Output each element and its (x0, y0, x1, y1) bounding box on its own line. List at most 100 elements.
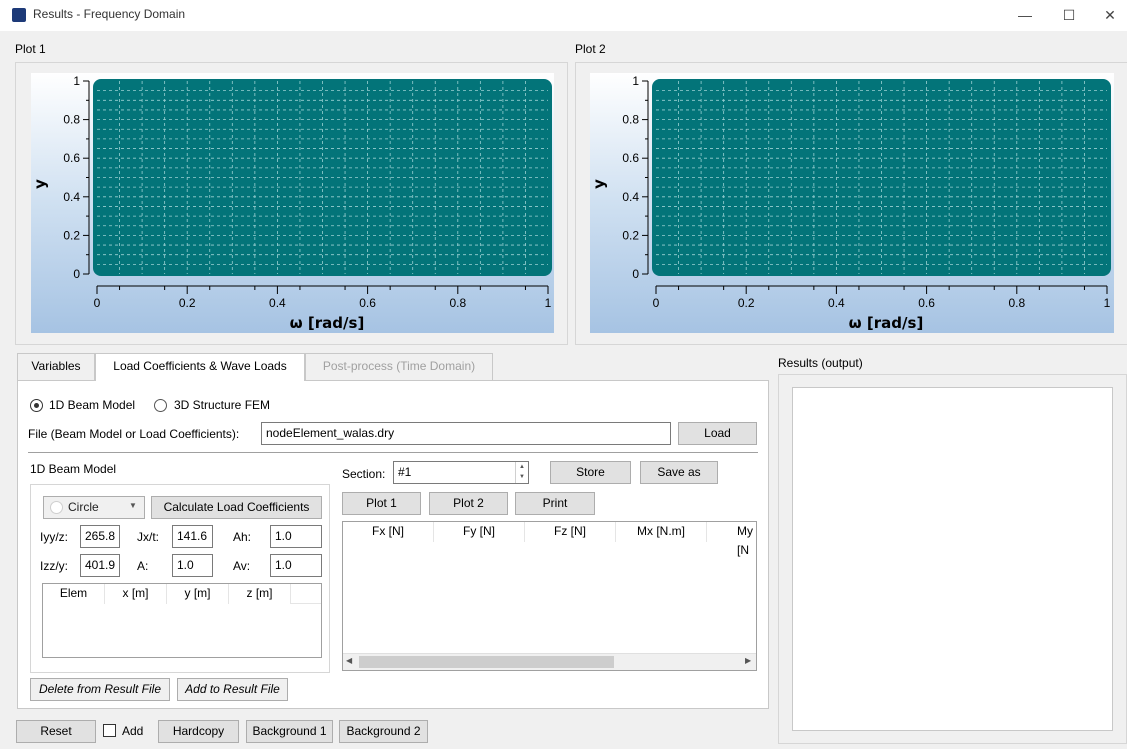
tab-load-coefficients[interactable]: Load Coefficients & Wave Loads (95, 353, 305, 381)
y-tick-label: 0 (73, 267, 80, 281)
radio-3d-structure-label: 3D Structure FEM (174, 398, 271, 412)
jx-input[interactable]: 141.6 (172, 525, 213, 548)
delete-from-result-file-button[interactable]: Delete from Result File (30, 678, 170, 701)
a-label: A: (137, 559, 149, 573)
column-header-y[interactable]: y [m] (167, 584, 229, 604)
y-tick-label: 0.4 (622, 190, 639, 204)
plot2-svg: 0 0.2 0.4 0.6 0.8 1 0 0.2 0.4 0.6 0.8 1 y ω [rad/s] (590, 74, 1111, 332)
beam-table-header: Elem x [m] y [m] z [m] (43, 584, 321, 604)
file-input[interactable]: nodeElement_walas.dry (261, 422, 671, 445)
hardcopy-button[interactable]: Hardcopy (158, 720, 239, 743)
column-header-z[interactable]: z [m] (229, 584, 291, 604)
scroll-right-icon[interactable]: ▶ (745, 656, 751, 665)
y-tick-label: 0.8 (622, 113, 639, 127)
file-label: File (Beam Model or Load Coefficients): (28, 427, 240, 441)
results-output-textarea[interactable] (792, 387, 1113, 731)
column-header-mx[interactable]: Mx [N.m] (616, 522, 707, 542)
column-header-fy[interactable]: Fy [N] (434, 522, 525, 542)
app-logo-icon (12, 8, 26, 22)
horizontal-scrollbar[interactable]: ◀ ▶ (343, 653, 756, 670)
plot1-group-label: Plot 1 (15, 42, 46, 56)
beam-group-label: 1D Beam Model (30, 462, 117, 476)
results-output-group (778, 374, 1127, 744)
x-tick-label: 0.4 (269, 296, 286, 310)
a-input[interactable]: 1.0 (172, 554, 213, 577)
separator (28, 452, 758, 453)
y-tick-label: 0.2 (63, 228, 80, 242)
shape-radio (50, 501, 63, 514)
jx-label: Jx/t: (137, 530, 160, 544)
results-output-label: Results (output) (778, 356, 863, 370)
section-value: #1 (398, 465, 412, 479)
add-to-result-file-button[interactable]: Add to Result File (177, 678, 288, 701)
section-table-header: Fx [N] Fy [N] Fz [N] Mx [N.m] My [N (343, 522, 756, 557)
y-tick-label: 0.6 (622, 151, 639, 165)
plot2-group: 0 0.2 0.4 0.6 0.8 1 0 0.2 0.4 0.6 0.8 1 y ω [rad/s] (575, 62, 1127, 345)
calculate-load-coefficients-button[interactable]: Calculate Load Coefficients (151, 496, 322, 519)
x-tick-label: 0.2 (179, 296, 196, 310)
izz-input[interactable]: 401.9 (80, 554, 120, 577)
load-button[interactable]: Load (678, 422, 757, 445)
column-header-fx[interactable]: Fx [N] (343, 522, 434, 542)
izz-label: Izz/y: (40, 559, 69, 573)
plot2-xlabel: ω [rad/s] (849, 314, 924, 332)
shape-value: Circle (68, 500, 99, 514)
y-tick-label: 0.6 (63, 151, 80, 165)
minimize-button[interactable]: — (1014, 4, 1036, 26)
reset-button[interactable]: Reset (16, 720, 96, 743)
window-title: Results - Frequency Domain (33, 7, 186, 21)
plot1-canvas[interactable]: 0 0.2 0.4 0.6 0.8 1 0 0.2 0.4 0.6 0.8 1 y ω [rad/s] (31, 73, 554, 333)
x-tick-label: 0.6 (918, 296, 935, 310)
close-button[interactable]: ✕ (1099, 4, 1121, 26)
y-tick-label: 0.2 (622, 228, 639, 242)
add-checkbox-label: Add (122, 724, 144, 738)
section-results-table[interactable]: Fx [N] Fy [N] Fz [N] Mx [N.m] My [N ◀ ▶ (342, 521, 757, 671)
print-button[interactable]: Print (515, 492, 595, 515)
maximize-button[interactable]: ☐ (1058, 4, 1080, 26)
beam-element-table[interactable]: Elem x [m] y [m] z [m] (42, 583, 322, 658)
shape-select[interactable]: Circle ▼ (43, 496, 145, 519)
store-button[interactable]: Store (550, 461, 631, 484)
tab-variables[interactable]: Variables (17, 353, 95, 380)
plot2-group-label: Plot 2 (575, 42, 606, 56)
section-label: Section: (342, 467, 386, 481)
save-as-button[interactable]: Save as (640, 461, 718, 484)
chevron-down-icon: ▼ (129, 501, 137, 510)
plot1-button[interactable]: Plot 1 (342, 492, 421, 515)
radio-1d-beam-label: 1D Beam Model (49, 398, 136, 412)
scroll-left-icon[interactable]: ◀ (346, 656, 352, 665)
x-tick-label: 1 (545, 296, 552, 310)
background2-button[interactable]: Background 2 (339, 720, 428, 743)
y-tick-label: 0.4 (63, 190, 80, 204)
y-tick-label: 0 (632, 267, 639, 281)
plot2-button[interactable]: Plot 2 (429, 492, 508, 515)
x-tick-label: 0 (653, 296, 660, 310)
ah-input[interactable]: 1.0 (270, 525, 322, 548)
add-checkbox[interactable] (103, 724, 116, 737)
y-tick-label: 0.8 (63, 113, 80, 127)
section-spinbox[interactable]: #1 ▲ ▼ (393, 461, 529, 484)
column-header-elem[interactable]: Elem (43, 584, 105, 604)
plot2-ylabel: y (590, 179, 608, 189)
av-input[interactable]: 1.0 (270, 554, 322, 577)
x-tick-label: 0.8 (449, 296, 466, 310)
column-header-fz[interactable]: Fz [N] (525, 522, 616, 542)
plot1-group: 0 0.2 0.4 0.6 0.8 1 0 0.2 0.4 0.6 0.8 1 y ω [rad/s] (15, 62, 568, 345)
x-tick-label: 0.2 (738, 296, 755, 310)
radio-1d-beam[interactable] (30, 399, 43, 412)
column-header-my[interactable]: My [N (707, 522, 756, 557)
tab-post-process[interactable]: Post-process (Time Domain) (305, 353, 493, 380)
x-tick-label: 0 (94, 296, 101, 310)
radio-3d-structure[interactable] (154, 399, 167, 412)
plot1-svg: 0 0.2 0.4 0.6 0.8 1 0 0.2 0.4 0.6 0.8 1 y ω [rad/s] (31, 74, 552, 332)
iyy-input[interactable]: 265.8 (80, 525, 120, 548)
spin-arrows-icon[interactable]: ▲ ▼ (515, 462, 528, 483)
x-tick-label: 0.4 (828, 296, 845, 310)
plot2-canvas[interactable]: 0 0.2 0.4 0.6 0.8 1 0 0.2 0.4 0.6 0.8 1 y ω [rad/s] (590, 73, 1114, 333)
x-tick-label: 0.8 (1008, 296, 1025, 310)
x-tick-label: 1 (1104, 296, 1111, 310)
background1-button[interactable]: Background 1 (246, 720, 333, 743)
column-header-x[interactable]: x [m] (105, 584, 167, 604)
scrollbar-thumb[interactable] (359, 656, 614, 668)
iyy-label: Iyy/z: (40, 530, 69, 544)
